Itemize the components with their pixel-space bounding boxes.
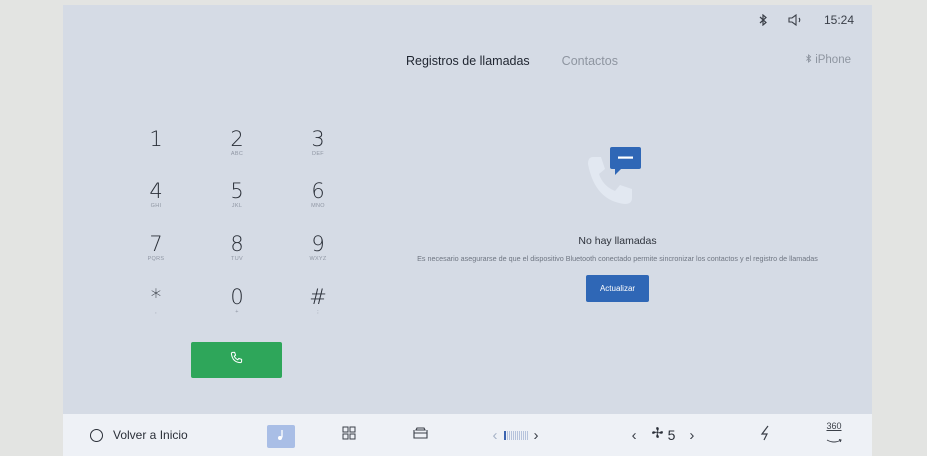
camera-360-button[interactable]: 360: [818, 414, 850, 456]
temperature-control[interactable]: ‹ ›: [468, 414, 563, 456]
device-name: iPhone: [815, 54, 851, 66]
fan-icon: [651, 426, 664, 444]
chevron-right-icon[interactable]: ›: [534, 427, 539, 444]
key-digit: 6: [311, 179, 325, 203]
key-8[interactable]: 8 TUV: [207, 233, 267, 279]
home-label: Volver a Inicio: [113, 428, 188, 442]
key-1[interactable]: 1: [126, 128, 186, 174]
flash-button[interactable]: [756, 414, 776, 456]
tab-call-log[interactable]: Registros de llamadas: [406, 54, 530, 68]
phone-screen: 15:24 Registros de llamadas Contactos iP…: [63, 5, 872, 456]
key-7[interactable]: 7 PQRS: [126, 233, 186, 279]
tab-bar: Registros de llamadas Contactos: [406, 54, 618, 68]
tab-contacts[interactable]: Contactos: [562, 54, 618, 68]
chevron-right-icon[interactable]: ›: [689, 427, 694, 444]
key-letters: ;: [317, 309, 319, 315]
lightning-icon: [760, 425, 772, 446]
key-digit: 9: [311, 232, 325, 256]
speaker-icon[interactable]: [788, 14, 804, 26]
key-2[interactable]: 2 ABC: [207, 128, 267, 174]
key-digit: 3: [311, 127, 325, 151]
key-letters: DEF: [312, 151, 324, 157]
key-hash[interactable]: #;: [288, 286, 348, 332]
rotate-icon: [825, 431, 843, 449]
fan-control: ‹ 5 ›: [613, 414, 713, 456]
bluetooth-icon: [805, 54, 812, 66]
empty-description: Es necesario asegurarse de que el dispos…: [417, 254, 818, 263]
key-letters: JKL: [231, 203, 243, 209]
key-digit: 5: [230, 179, 244, 203]
bottom-bar: Volver a Inicio ‹ › ‹ 5 › 360: [63, 414, 872, 456]
fan-speed-value: 5: [667, 427, 676, 443]
music-button[interactable]: [267, 425, 295, 448]
key-digit: 0: [230, 285, 244, 309]
empty-call-log: No hay llamadas Es necesario asegurarse …: [376, 145, 859, 302]
key-4[interactable]: 4 GHI: [126, 180, 186, 226]
key-9[interactable]: 9 WXYZ: [288, 233, 348, 279]
phone-icon: [230, 351, 243, 369]
bluetooth-icon: [758, 14, 768, 26]
home-circle-icon: [90, 428, 103, 442]
key-digit: 8: [230, 232, 244, 256]
key-6[interactable]: 6 MNO: [288, 180, 348, 226]
key-star[interactable]: *,: [126, 286, 186, 332]
apps-button[interactable]: [338, 414, 360, 456]
key-letters: ,: [155, 309, 157, 315]
key-digit: *: [150, 285, 162, 309]
key-5[interactable]: 5 JKL: [207, 180, 267, 226]
key-3[interactable]: 3 DEF: [288, 128, 348, 174]
fan-speed-display: 5: [651, 426, 676, 444]
key-letters: +: [235, 309, 239, 315]
chevron-left-icon[interactable]: ‹: [632, 427, 637, 444]
camera-360-label: 360: [826, 421, 842, 431]
chevron-left-icon[interactable]: ‹: [493, 427, 498, 444]
key-letters: ABC: [230, 151, 244, 157]
clock: 15:24: [823, 13, 854, 27]
key-letters: TUV: [231, 256, 243, 262]
key-digit: 1: [149, 127, 163, 151]
call-button[interactable]: [191, 342, 282, 378]
seat-icon: [412, 426, 429, 445]
call-log-icon: [583, 145, 653, 215]
key-letters: GHI: [150, 203, 162, 209]
key-letters: MNO: [311, 203, 325, 209]
refresh-button[interactable]: Actualizar: [586, 275, 649, 302]
key-digit: 2: [230, 127, 244, 151]
home-button[interactable]: Volver a Inicio: [90, 414, 188, 456]
key-letters: PQRS: [147, 256, 165, 262]
key-digit: #: [309, 285, 327, 309]
key-0[interactable]: 0 +: [207, 286, 267, 332]
empty-title: No hay llamadas: [578, 235, 657, 247]
key-digit: 7: [149, 232, 163, 256]
key-digit: 4: [149, 179, 163, 203]
status-bar: 15:24: [758, 5, 872, 35]
connected-device[interactable]: iPhone: [805, 54, 851, 66]
temperature-level-bar[interactable]: [503, 430, 528, 440]
grid-icon: [342, 426, 356, 445]
seat-button[interactable]: [408, 414, 432, 456]
key-letters: WXYZ: [309, 256, 327, 262]
music-note-icon: [276, 428, 286, 446]
